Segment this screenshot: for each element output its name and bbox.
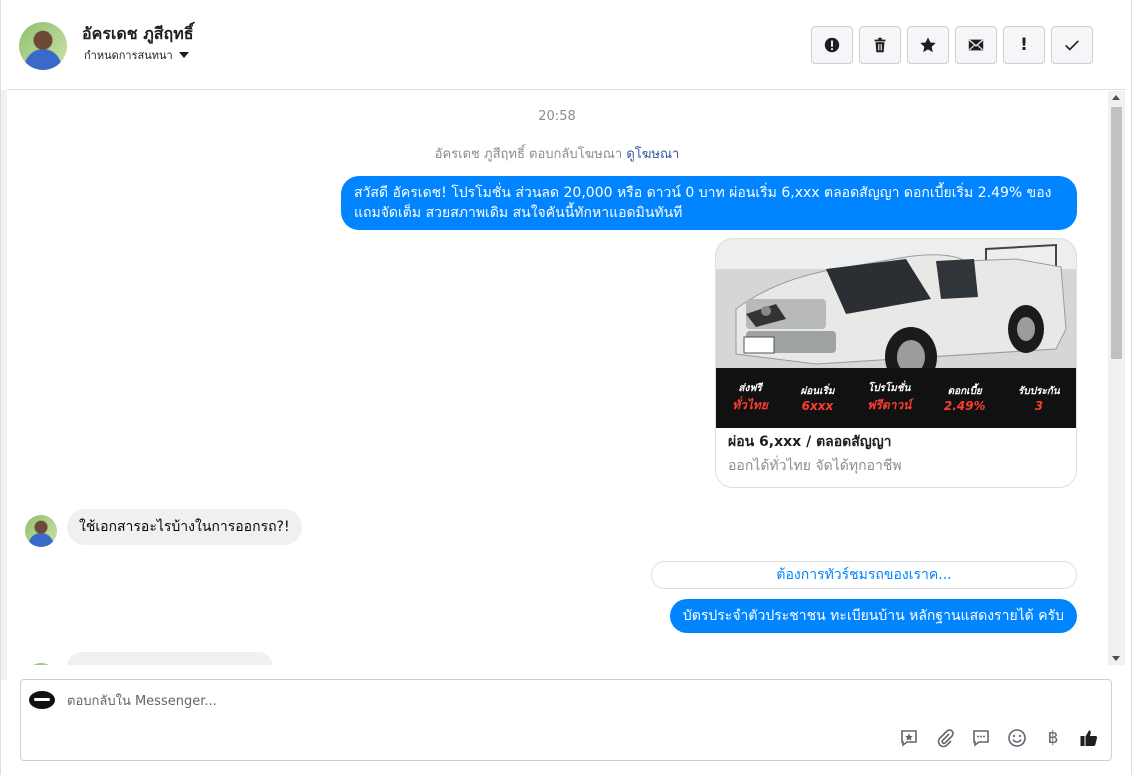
delete-button[interactable] [859,26,901,64]
check-icon [1065,40,1079,51]
promo-item: โปรโมชั่น ฟรีดาวน์ [866,383,912,412]
outgoing-message[interactable]: บัตรประจำตัวประชาชน ทะเบียนบ้าน หลักฐานแ… [669,599,1077,633]
sticker-reply-button[interactable] [897,726,921,750]
outgoing-message[interactable]: สวัสดี อัครเดช! โปรโมชั่น ส่วนลด 20,000 … [341,176,1077,230]
mark-unread-button[interactable] [955,26,997,64]
reply-input[interactable] [67,690,767,712]
assign-conversation-dropdown[interactable]: กำหนดการสนทนา [84,46,189,64]
contact-name[interactable]: อัครเดช ภูสีฤทธิ์ [82,22,194,47]
star-icon [920,37,936,53]
header-toolbar: ! [811,26,1093,64]
scroll-down-icon[interactable] [1112,656,1120,661]
mark-done-button[interactable] [1051,26,1093,64]
thread-scrollbar[interactable] [1108,91,1125,665]
spam-icon [824,37,840,53]
like-button[interactable] [1077,726,1101,750]
ad-card-title: ผ่อน 6,xxx / ตลอดสัญญา [728,434,892,450]
emoji-button[interactable] [1005,726,1029,750]
ad-reply-text: อัครเดช ภูสีฤทธิ์ ตอบกลับโฆษณา [434,147,623,162]
messenger-inbox: อัครเดช ภูสีฤทธิ์ กำหนดการสนทนา ! 20:58 … [0,0,1132,775]
promo-item: ส่งฟรี ทั่วไทย [732,383,768,412]
sticker-reply-icon [901,730,917,747]
avatar[interactable] [19,22,67,70]
scroll-up-icon[interactable] [1112,95,1120,100]
avatar[interactable] [25,663,57,665]
incoming-message[interactable]: ใช้เอกสารอะไรบ้างในการออกรถ?! [67,509,302,545]
attachment-icon [937,729,954,748]
composer-toolbar: ฿ [897,726,1101,750]
avatar[interactable] [25,515,57,547]
mark-spam-button[interactable] [811,26,853,64]
promo-banner: ส่งฟรี ทั่วไทย ผ่อนเริ่ม 6xxx โปรโมชั่น ฟรี… [716,368,1076,428]
caret-down-icon [178,52,189,58]
ad-reply-notice: อัครเดช ภูสีฤทธิ์ ตอบกลับโฆษณา ดูโฆษณา [7,143,1107,164]
conversation-header: อัครเดช ภูสีฤทธิ์ กำหนดการสนทนา ! [7,0,1125,90]
promo-item: ผ่อนเริ่ม 6xxx [800,385,835,413]
emoji-icon [1008,729,1026,747]
ad-card-image: ส่งฟรี ทั่วไทย ผ่อนเริ่ม 6xxx โปรโมชั่น ฟรี… [716,239,1076,428]
baht-icon: ฿ [1047,728,1059,748]
follow-up-button[interactable]: ! [1003,26,1045,64]
incoming-message-partial[interactable] [67,652,273,665]
quick-reply-button[interactable]: ต้องการทัวร์ชมรถของเราค... [651,561,1077,589]
star-button[interactable] [907,26,949,64]
scroll-thumb[interactable] [1111,107,1122,359]
reply-composer: ฿ [20,679,1112,761]
payment-button[interactable]: ฿ [1041,726,1065,750]
page-logo-icon [29,691,55,709]
attachment-button[interactable] [933,726,957,750]
trash-icon [874,37,886,53]
promo-item: รับประกัน 3 [1018,385,1060,413]
view-ad-link[interactable]: ดูโฆษณา [626,147,679,162]
like-icon [1080,730,1098,746]
message-timestamp: 20:58 [538,109,576,124]
message-thread[interactable]: 20:58 อัครเดช ภูสีฤทธิ์ ตอบกลับโฆษณา ดูโ… [7,91,1125,665]
mail-icon [968,39,984,51]
ad-card-subtitle: ออกได้ทั่วไทย จัดได้ทุกอาชีพ [728,458,902,474]
exclamation-icon: ! [1020,35,1028,55]
ad-card[interactable]: ส่งฟรี ทั่วไทย ผ่อนเริ่ม 6xxx โปรโมชั่น ฟรี… [715,238,1077,488]
saved-replies-button[interactable] [969,726,993,750]
assign-conversation-label: กำหนดการสนทนา [84,49,173,62]
promo-item: ดอกเบี้ย 2.49% [943,385,986,413]
saved-reply-icon [973,730,989,747]
